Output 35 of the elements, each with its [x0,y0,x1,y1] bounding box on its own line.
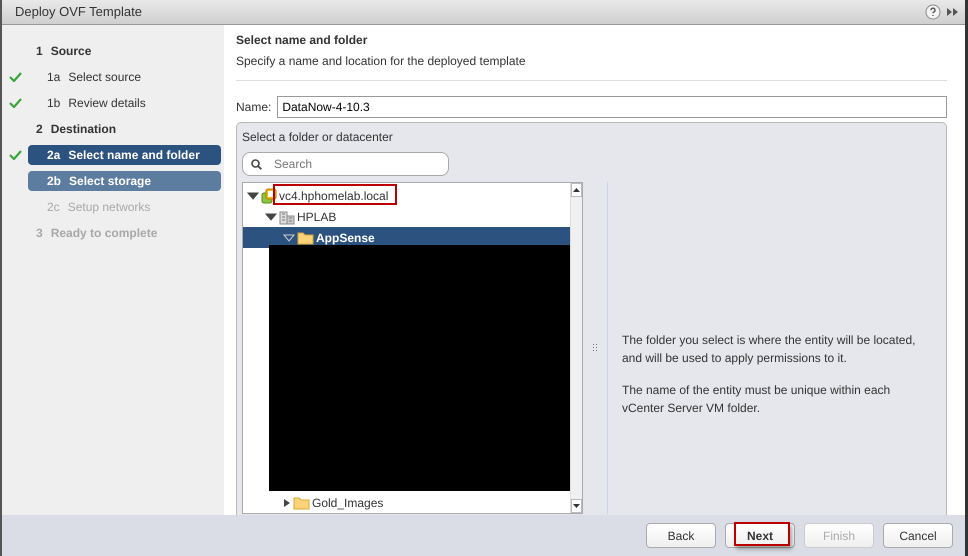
folder-icon [293,496,310,510]
server-icon [261,188,277,204]
wizard-step[interactable]: 1 Source [28,41,221,61]
panel-label: Select a folder or datacenter [242,129,394,146]
search-input[interactable]: Search [272,154,432,174]
info-text: The folder you select is where the entity will be located, and will be used to apply permissions to it. [622,332,916,367]
wizard-step[interactable]: 2a Select name and folder [28,145,221,165]
wizard-step[interactable]: 2 Destination [28,119,221,139]
window-title: Deploy OVF Template [15,3,143,22]
collapse-arrow-icon[interactable] [247,192,259,200]
tree-item[interactable]: Gold_Images [243,492,570,513]
name-label: Name: [236,99,272,116]
search-icon [251,158,262,170]
page-subtitle: Specify a name and location for the deployed template [236,52,947,81]
highlight-frame [734,522,790,546]
building-icon [279,208,295,224]
expand-icon[interactable] [947,7,959,17]
expand-arrow-icon[interactable] [283,498,291,508]
scrollbar[interactable] [570,183,582,513]
scroll-down-icon[interactable] [573,504,580,508]
wizard-button[interactable]: Back [646,523,716,548]
wizard-step[interactable]: 1b Review details [28,93,221,113]
tree-item[interactable]: HPLAB [243,206,570,227]
info-text: The name of the entity must be unique within each vCenter Server VM folder. [622,382,892,417]
name-field[interactable]: DataNow-4-10.3 [277,96,947,118]
tree-item[interactable]: vc4.hphomelab.local [243,185,570,206]
help-icon[interactable] [925,4,941,20]
wizard-button[interactable]: Cancel [883,523,953,548]
wizard-step[interactable]: 2b Select storage [28,171,221,191]
wizard-button[interactable]: Next [725,523,795,548]
wizard-step[interactable]: 1a Select source [28,67,221,87]
search-field[interactable]: Search [242,152,449,176]
page-title: Select name and folder [236,32,368,49]
collapse-arrow-icon[interactable] [265,212,277,220]
scroll-up-icon[interactable] [573,188,580,192]
